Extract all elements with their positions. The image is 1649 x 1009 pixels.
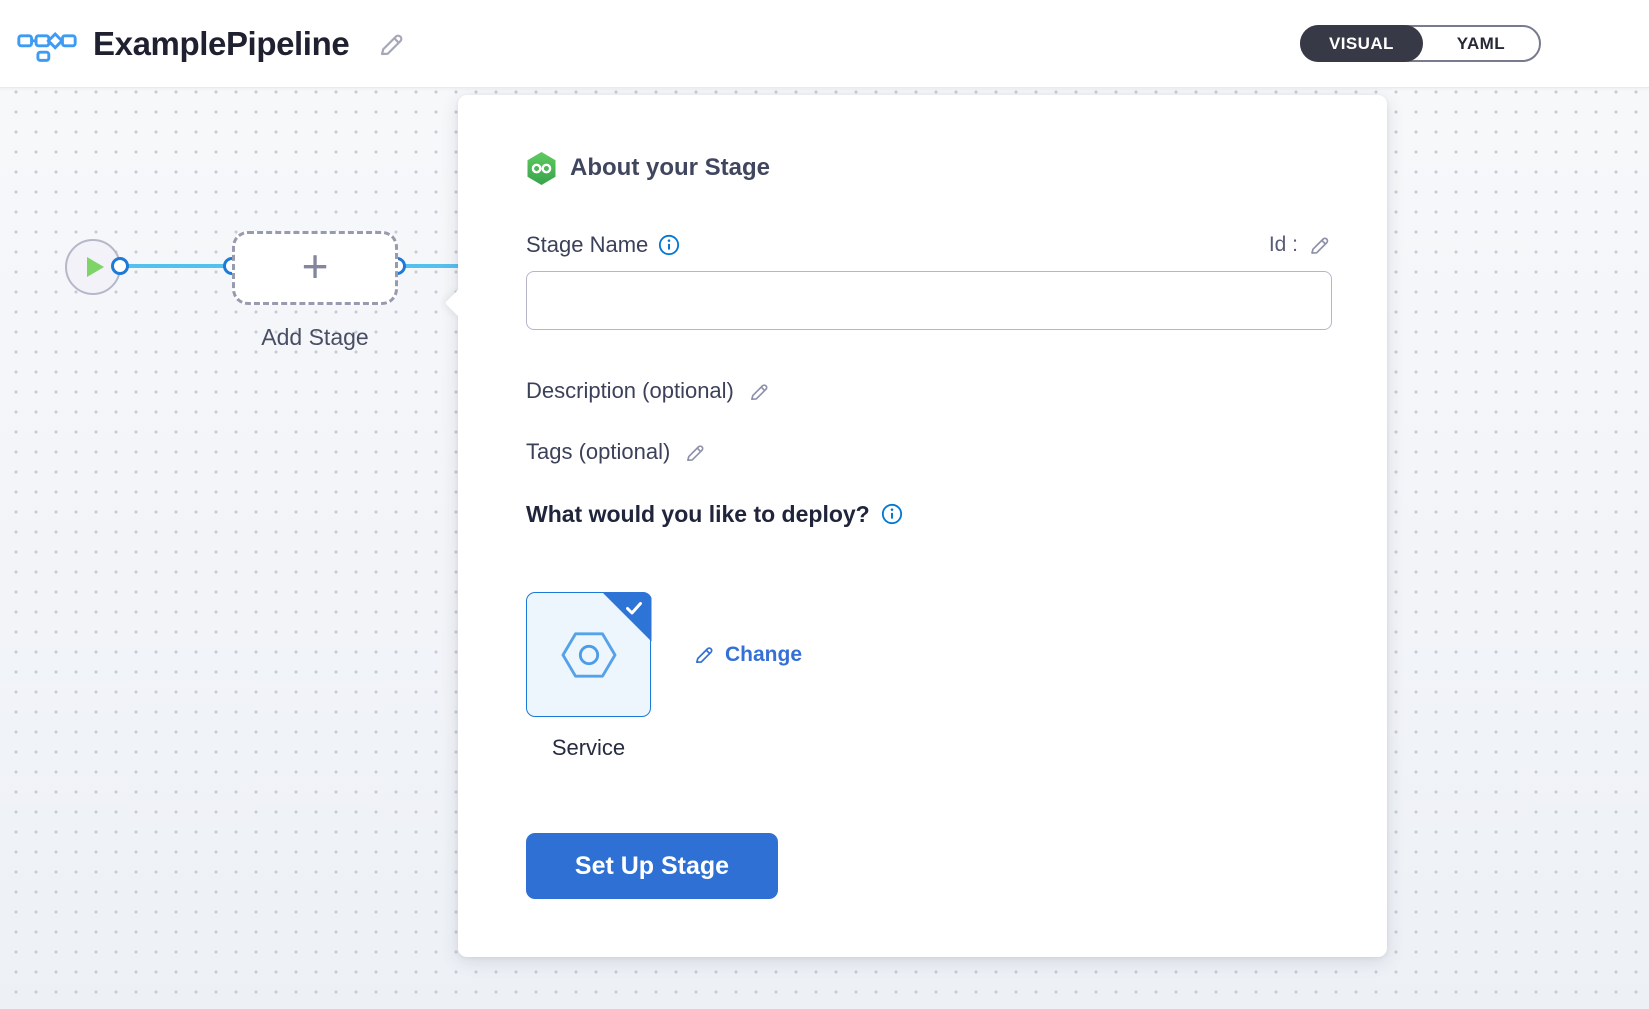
tags-label: Tags (optional) [526, 439, 670, 465]
deploy-question-label: What would you like to deploy? [526, 501, 870, 528]
id-edit-pencil-icon[interactable] [1308, 233, 1332, 257]
tags-row: Tags (optional) [526, 437, 1332, 467]
description-row: Description (optional) [526, 376, 1332, 406]
panel-arrow [445, 289, 473, 317]
add-stage-node[interactable]: + [232, 231, 398, 305]
stage-id-label: Id : [1269, 233, 1298, 257]
check-icon [626, 602, 642, 615]
stage-name-info-icon[interactable] [658, 234, 680, 256]
page-title: ExamplePipeline [93, 25, 349, 63]
mode-toggle: VISUAL YAML [1300, 25, 1541, 62]
connector-line [112, 264, 236, 268]
change-link-label: Change [725, 643, 802, 667]
plus-icon: + [302, 243, 329, 289]
tab-yaml[interactable]: YAML [1423, 25, 1539, 62]
top-bar: ExamplePipeline VISUAL YAML [0, 0, 1649, 88]
deploy-type-card-service[interactable] [526, 592, 651, 717]
service-card-label: Service [526, 735, 651, 761]
deploy-question-row: What would you like to deploy? [526, 498, 1332, 530]
about-stage-panel: About your Stage Stage Name Id : [458, 95, 1387, 957]
tab-visual[interactable]: VISUAL [1300, 25, 1423, 62]
connector-point [111, 257, 129, 275]
service-icon [559, 629, 619, 681]
tags-edit-pencil-icon[interactable] [684, 441, 707, 464]
title-edit-pencil-icon[interactable] [377, 29, 407, 59]
stage-name-input[interactable] [526, 271, 1332, 330]
stage-name-row: Stage Name Id : [526, 231, 1332, 259]
deploy-stage-icon [526, 151, 557, 186]
deploy-info-icon[interactable] [881, 503, 903, 525]
set-up-stage-button[interactable]: Set Up Stage [526, 833, 778, 899]
change-deploy-type-link[interactable]: Change [693, 643, 802, 667]
panel-title: About your Stage [570, 154, 770, 182]
stage-name-label: Stage Name [526, 232, 648, 258]
add-stage-label: Add Stage [232, 324, 398, 351]
panel-header: About your Stage [526, 151, 1332, 185]
description-edit-pencil-icon[interactable] [748, 380, 771, 403]
pipeline-studio-screen: ExamplePipeline VISUAL YAML + Add Stage [0, 0, 1649, 1009]
change-pencil-icon [693, 643, 716, 666]
pipeline-icon [17, 24, 77, 64]
description-label: Description (optional) [526, 378, 734, 404]
play-icon [87, 257, 104, 277]
pipeline-canvas[interactable]: + Add Stage About [0, 88, 1649, 1009]
deploy-type-row: Change [526, 592, 1332, 717]
